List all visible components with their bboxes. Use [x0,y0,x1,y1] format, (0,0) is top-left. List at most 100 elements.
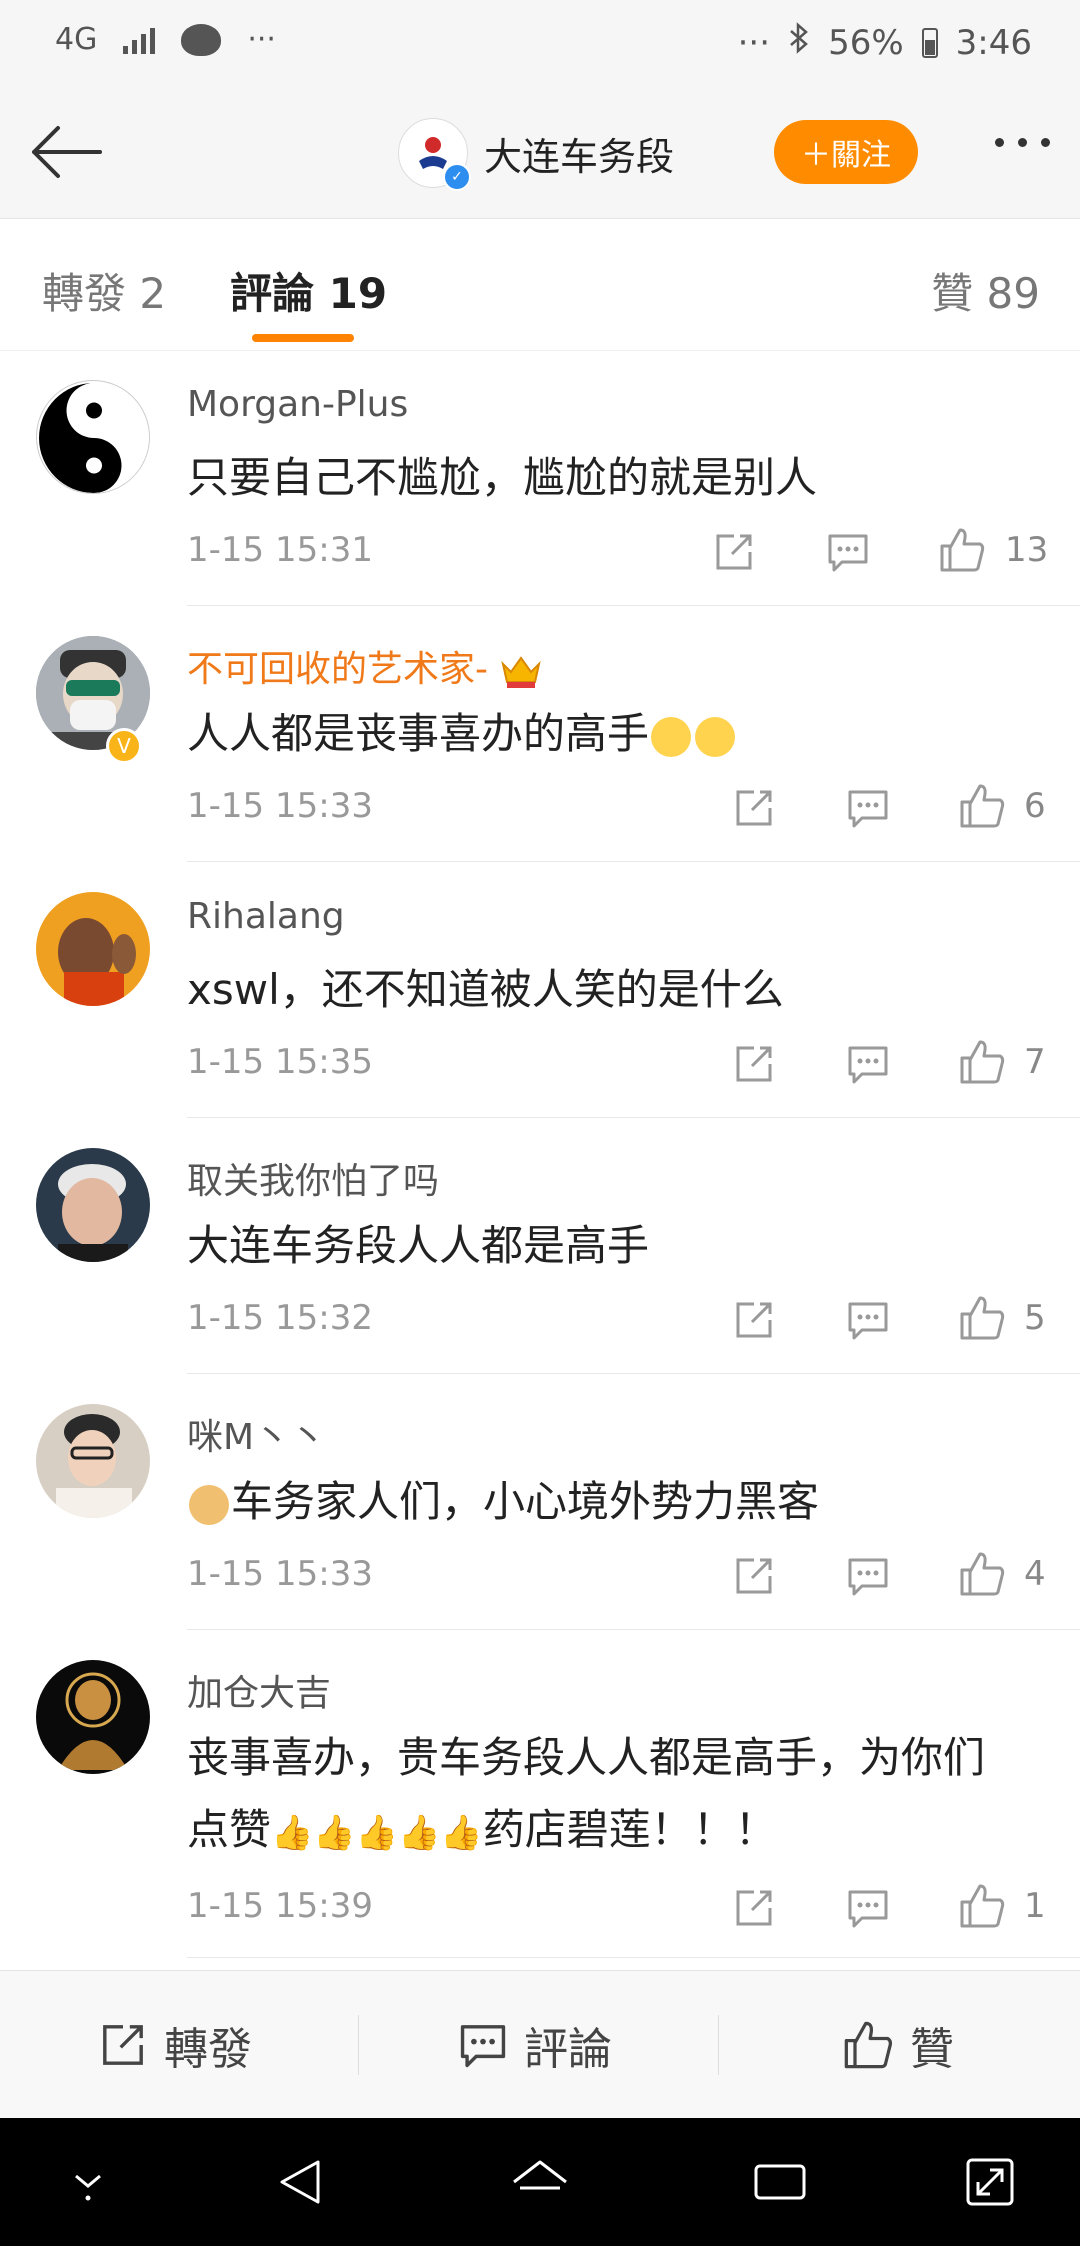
like-button[interactable]: 贊 [842,1971,954,2119]
repost-icon[interactable] [732,1554,776,1598]
more-options-icon[interactable] [995,138,1050,147]
avatar-photo [36,1660,150,1774]
rotate-screen-icon[interactable] [960,2154,1020,2210]
comment-time: 1-15 15:32 [187,1298,373,1338]
avatar[interactable] [36,892,150,1006]
divider [718,2015,719,2075]
repost-icon[interactable] [732,1886,776,1930]
battery-icon [921,27,938,58]
active-tab-indicator [252,334,354,342]
follow-button[interactable]: ＋關注 [774,120,918,184]
account-avatar[interactable]: ✓ [398,118,471,191]
reply-icon[interactable] [846,1298,890,1342]
avatar[interactable] [36,1148,150,1262]
comment-text-part-b: 药店碧莲！！！ [482,1805,777,1854]
repost-label: 轉發 [164,2024,252,2075]
back-nav-icon[interactable] [272,2154,332,2210]
username-text: 不可回收的艺术家- [187,649,488,690]
title-bar: ✓ 大连车务段 ＋關注 [0,90,1080,219]
status-left: 4G ··· [55,22,276,57]
comment-username[interactable]: 咪M丶丶 [187,1408,326,1460]
like-icon[interactable] [958,1550,1006,1598]
reply-icon[interactable] [846,1886,890,1930]
tab-bar: 轉發 2 評論 19 贊 89 [0,218,1080,351]
comment-username[interactable]: 不可回收的艺术家- [187,640,543,692]
verified-badge-icon: ✓ [443,163,471,191]
like-icon[interactable] [958,1882,1006,1930]
comment-username[interactable]: 加仓大吉 [187,1664,331,1716]
comment-text-content: 人人都是丧事喜办的高手 [187,709,650,758]
comment-text: 人人都是丧事喜办的高手 [187,698,1057,770]
network-label: 4G [55,22,98,57]
like-count: 5 [1024,1298,1046,1338]
comment-icon [460,2025,506,2068]
reply-icon[interactable] [846,786,890,830]
like-count: 7 [1024,1042,1046,1082]
divider [187,1957,1080,1958]
comment-item: Morgan-Plus 只要自己不尴尬，尴尬的就是别人 1-15 15:31 1… [0,350,1080,606]
back-button[interactable] [28,122,104,182]
comment-button[interactable]: 評論 [458,1971,612,2119]
comment-text: xswl，还不知道被人笑的是什么 [187,965,784,1014]
hide-keyboard-icon[interactable] [58,2154,118,2210]
app-notification-icon [181,23,222,56]
comment-list: Morgan-Plus 只要自己不尴尬，尴尬的就是别人 1-15 15:31 1… [0,350,1080,1958]
avatar[interactable] [36,380,150,494]
comment-item: Rihalang xswl，还不知道被人笑的是什么 1-15 15:35 7 [0,862,1080,1118]
account-name: 大连车务段 [484,134,675,179]
reply-icon[interactable] [846,1554,890,1598]
comment-text-line2: 点赞👍👍👍👍👍药店碧莲！！！ [187,1794,1057,1869]
comment-time: 1-15 15:33 [187,786,373,826]
comment-time: 1-15 15:35 [187,1042,373,1082]
shy-face-emoji-icon [695,716,736,757]
crown-badge-icon [501,656,542,688]
comment-text: 大连车务段人人都是高手 [187,1221,650,1270]
battery-percent: 56% [828,22,904,63]
tab-comments[interactable]: 評論 19 [230,260,387,321]
thumbs-up-emoji-icon: 👍👍👍👍👍 [271,1813,483,1853]
avatar[interactable] [36,1404,150,1518]
comment-time: 1-15 15:39 [187,1886,373,1926]
comment-username[interactable]: Morgan-Plus [187,384,408,425]
divider [358,2015,359,2075]
clock: 3:46 [955,22,1032,63]
tab-likes[interactable]: 贊 89 [931,260,1040,321]
like-count: 4 [1024,1554,1046,1594]
status-right: ··· 56% 3:46 [738,22,1032,63]
status-more-right: ··· [737,22,771,63]
doge-emoji-icon [189,1484,229,1525]
home-nav-icon[interactable] [510,2154,570,2210]
comment-text-part-a: 点赞 [187,1805,272,1854]
avatar-photo [36,892,150,1006]
repost-icon[interactable] [732,1042,776,1086]
comment-time: 1-15 15:31 [187,530,373,570]
repost-icon[interactable] [732,1298,776,1342]
comment-username[interactable]: Rihalang [187,896,345,937]
comment-item: 取关我你怕了吗 大连车务段人人都是高手 1-15 15:32 5 [0,1118,1080,1374]
bottom-action-bar: 轉發 評論 贊 [0,1970,1080,2119]
shy-face-emoji-icon [651,716,692,757]
repost-button[interactable]: 轉發 [98,1971,252,2119]
like-icon[interactable] [958,1294,1006,1342]
repost-icon[interactable] [712,530,756,574]
like-count: 13 [1005,530,1049,570]
account-header[interactable]: ✓ 大连车务段 [398,118,675,191]
comment-text-content: 车务家人们，小心境外势力黑客 [231,1477,820,1526]
status-bar: 4G ··· ··· 56% 3:46 [0,0,1080,90]
repost-icon[interactable] [732,786,776,830]
comment-item: 咪M丶丶 车务家人们，小心境外势力黑客 1-15 15:33 4 [0,1374,1080,1630]
like-icon[interactable] [958,1038,1006,1086]
yin-yang-icon [39,383,149,493]
comment-time: 1-15 15:33 [187,1554,373,1594]
comment-username[interactable]: 取关我你怕了吗 [187,1152,439,1204]
avatar[interactable] [36,1660,150,1774]
like-icon[interactable] [938,526,986,574]
reply-icon[interactable] [826,530,870,574]
comment-text: 丧事喜办，贵车务段人人都是高手，为你们 点赞👍👍👍👍👍药店碧莲！！！ [187,1722,1057,1869]
system-nav-bar [0,2118,1080,2246]
tab-reposts[interactable]: 轉發 2 [42,260,166,321]
repost-icon [103,2025,143,2065]
like-icon[interactable] [958,782,1006,830]
recent-apps-icon[interactable] [750,2154,810,2210]
reply-icon[interactable] [846,1042,890,1086]
